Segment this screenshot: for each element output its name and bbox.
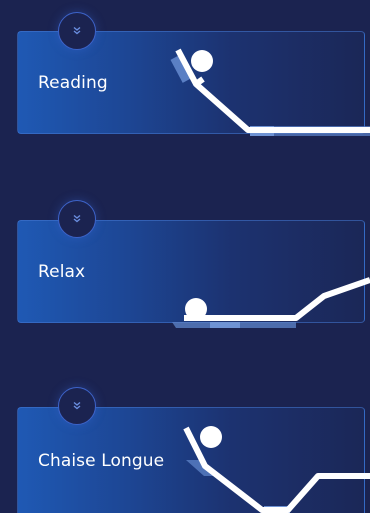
expand-button-relax[interactable] [58, 200, 96, 238]
expand-button-chaise-longue[interactable] [58, 387, 96, 425]
double-chevron-down-icon [73, 214, 81, 223]
expand-button-reading[interactable] [58, 12, 96, 50]
double-chevron-down-icon [73, 401, 81, 410]
preset-label-chaise-longue: Chaise Longue [38, 450, 165, 471]
double-chevron-down-icon [73, 26, 81, 35]
